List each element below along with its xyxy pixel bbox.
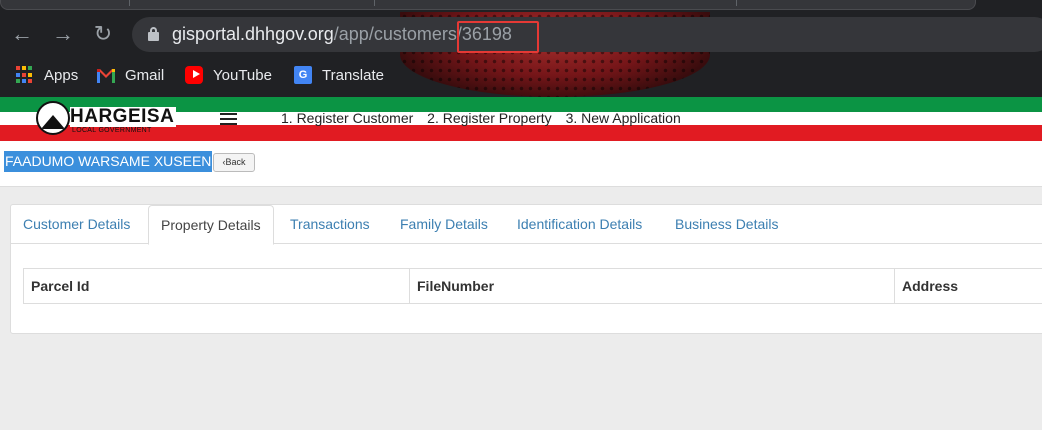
url-id-highlight-box	[457, 21, 539, 53]
back-button-label: Back	[225, 157, 246, 167]
url-path: /app/customers	[333, 24, 457, 44]
tab-separator	[736, 0, 737, 6]
tab-separator	[374, 0, 375, 6]
bookmark-youtube[interactable]: YouTube	[185, 64, 272, 86]
apps-grid-icon	[16, 66, 34, 84]
logo-subtitle: LOCAL GOVERNMENT	[72, 127, 152, 134]
details-panel: Customer Details Property Details Transa…	[10, 204, 1042, 334]
logo-emblem-icon	[36, 101, 70, 135]
tab-family-details[interactable]: Family Details	[400, 205, 488, 244]
hargeisa-logo[interactable]: HARGEISA LOCAL GOVERNMENT	[30, 99, 180, 137]
youtube-icon	[185, 66, 203, 84]
logo-title: HARGEISA	[70, 106, 177, 127]
address-bar[interactable]: gisportal.dhhgov.org/app/customers/36198	[132, 17, 1042, 52]
tab-separator	[129, 0, 130, 6]
tab-property-details[interactable]: Property Details	[148, 205, 274, 245]
bookmarks-bar: Apps Gmail YouTube G Translate	[0, 60, 1042, 90]
back-arrow-icon[interactable]: ←	[8, 20, 36, 48]
column-header-parcel-id[interactable]: Parcel Id	[24, 269, 410, 303]
bookmark-label: YouTube	[213, 66, 272, 84]
customer-name: FAADUMO WARSAME XUSEEN	[4, 151, 213, 172]
translate-icon: G	[294, 66, 312, 84]
customer-title-bar: FAADUMO WARSAME XUSEEN ‹Back	[0, 141, 1042, 187]
hamburger-menu-icon[interactable]	[220, 113, 237, 125]
bookmark-label: Apps	[44, 66, 79, 84]
property-table: Parcel Id FileNumber Address	[23, 268, 1042, 304]
url-host: gisportal.dhhgov.org	[172, 24, 334, 44]
app-header: HARGEISA LOCAL GOVERNMENT 1. Register Cu…	[0, 97, 1042, 141]
step-register-property[interactable]: 2. Register Property	[427, 110, 552, 126]
forward-arrow-icon[interactable]: →	[49, 20, 77, 48]
browser-chrome: ← → ↻ gisportal.dhhgov.org/app/customers…	[0, 0, 1042, 97]
reload-icon[interactable]: ↻	[89, 20, 117, 48]
column-header-address[interactable]: Address	[895, 269, 1042, 303]
tab-identification-details[interactable]: Identification Details	[517, 205, 642, 244]
back-button[interactable]: ‹Back	[213, 153, 255, 172]
bookmark-label: Translate	[322, 66, 384, 84]
bookmark-gmail[interactable]: Gmail	[97, 64, 164, 86]
lock-icon[interactable]	[148, 27, 159, 41]
bookmark-label: Gmail	[125, 66, 165, 84]
tab-bar: Customer Details Property Details Transa…	[11, 205, 1042, 245]
gmail-icon	[97, 69, 115, 83]
step-new-application[interactable]: 3. New Application	[566, 110, 681, 126]
bookmark-apps[interactable]: Apps	[16, 64, 78, 86]
browser-tab[interactable]	[0, 0, 976, 10]
tab-customer-details[interactable]: Customer Details	[23, 205, 130, 244]
column-header-file-number[interactable]: FileNumber	[410, 269, 895, 303]
tab-business-details[interactable]: Business Details	[675, 205, 779, 244]
step-links: 1. Register Customer 2. Register Propert…	[281, 110, 691, 126]
step-register-customer[interactable]: 1. Register Customer	[281, 110, 413, 126]
tab-transactions[interactable]: Transactions	[290, 205, 370, 244]
bookmark-translate[interactable]: G Translate	[294, 64, 384, 86]
